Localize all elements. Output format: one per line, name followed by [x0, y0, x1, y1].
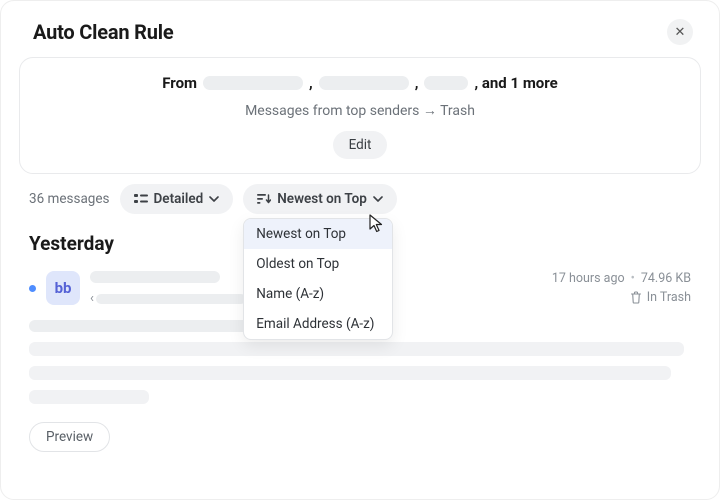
preview-button[interactable]: Preview	[29, 422, 110, 452]
message-meta: 17 hours ago • 74.96 KB In Trash	[552, 271, 691, 305]
avatar-initials: bb	[55, 279, 72, 297]
body-line-placeholder	[29, 366, 671, 380]
message-count: 36 messages	[29, 191, 110, 207]
page-title: Auto Clean Rule	[33, 20, 173, 44]
close-button[interactable]: ✕	[667, 19, 693, 45]
unread-indicator-icon	[29, 285, 36, 292]
sort-label: Newest on Top	[277, 191, 367, 207]
comma-separator: ,	[309, 74, 313, 92]
from-label: From	[162, 74, 197, 92]
comma-separator: ,	[415, 74, 419, 92]
sort-dropdown: Newest on Top Oldest on Top Name (A-z) E…	[243, 218, 393, 340]
detailed-view-icon	[134, 193, 148, 205]
body-line-placeholder	[29, 390, 149, 404]
sender-chip-placeholder	[203, 76, 303, 90]
edit-rule-button[interactable]: Edit	[333, 131, 388, 159]
meta-separator-dot: •	[631, 271, 635, 286]
address-placeholder	[96, 294, 246, 304]
edit-label: Edit	[349, 137, 372, 153]
sender-chip-placeholder	[424, 76, 468, 90]
sort-control-wrapper: Newest on Top Newest on Top Oldest on To…	[243, 184, 397, 214]
body-line-placeholder	[29, 320, 279, 332]
sort-option-name[interactable]: Name (A-z)	[244, 279, 392, 309]
close-icon: ✕	[675, 25, 686, 40]
rule-summary-card: From , , , and 1 more Messages from top …	[19, 57, 701, 174]
messages-toolbar: 36 messages Detailed Newest	[11, 174, 709, 214]
sort-icon	[257, 193, 271, 205]
message-size: 74.96 KB	[641, 271, 691, 286]
view-mode-label: Detailed	[154, 191, 204, 207]
message-status: In Trash	[647, 290, 691, 305]
angle-bracket-open: ‹	[90, 291, 94, 306]
view-mode-button[interactable]: Detailed	[120, 184, 234, 214]
and-more-suffix: , and 1 more	[474, 74, 557, 92]
chevron-down-icon	[209, 196, 219, 202]
sender-chip-placeholder	[319, 76, 409, 90]
preview-label: Preview	[46, 429, 93, 445]
chevron-down-icon	[373, 196, 383, 202]
sort-button[interactable]: Newest on Top	[243, 184, 397, 214]
auto-clean-rule-page: Auto Clean Rule ✕ From , , , and 1 more …	[0, 0, 720, 500]
sort-option-oldest[interactable]: Oldest on Top	[244, 249, 392, 279]
title-row: Auto Clean Rule ✕	[11, 19, 709, 51]
rule-from-row: From , , , and 1 more	[40, 74, 680, 92]
body-line-placeholder	[29, 342, 684, 356]
rule-description: Messages from top senders → Trash	[40, 102, 680, 119]
message-time: 17 hours ago	[552, 271, 625, 286]
trash-icon	[630, 291, 642, 304]
subject-placeholder	[90, 271, 220, 283]
sort-option-email[interactable]: Email Address (A-z)	[244, 309, 392, 339]
sort-option-newest[interactable]: Newest on Top	[244, 219, 392, 249]
sender-avatar: bb	[46, 271, 80, 305]
